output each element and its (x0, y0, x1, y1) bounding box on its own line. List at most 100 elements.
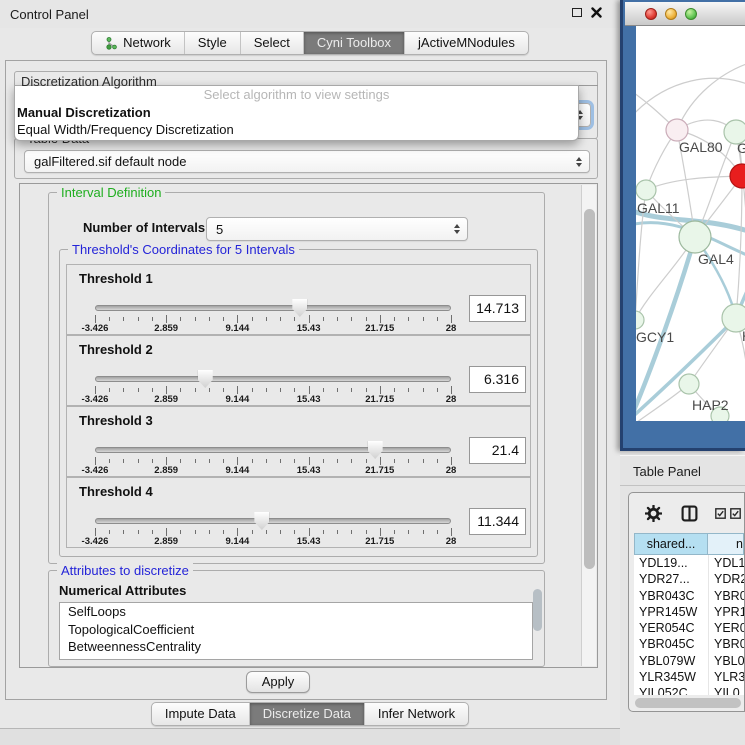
checkbox-icon[interactable] (715, 508, 726, 519)
table-cell[interactable]: YPR145W (634, 604, 709, 620)
table-row[interactable]: YER054CYER0 (634, 620, 744, 636)
network-node[interactable] (666, 119, 688, 141)
table-cell[interactable]: YBR0 (709, 588, 744, 604)
network-edge[interactable] (636, 78, 745, 118)
scrollbar-thumb[interactable] (584, 209, 595, 569)
table-cell[interactable]: YDR27... (634, 571, 709, 587)
tick-label: 9.144 (226, 323, 250, 334)
table-row[interactable]: YBR043CYBR0 (634, 588, 744, 604)
table-row[interactable]: YDL19...YDL1 (634, 555, 744, 571)
settings-vertical-scrollbar[interactable] (581, 185, 596, 666)
table-cell[interactable]: YPR1 (709, 604, 744, 620)
attribute-item[interactable]: TopologicalCoefficient (60, 621, 532, 639)
table-cell[interactable]: YER0 (709, 620, 744, 636)
tab-style[interactable]: Style (184, 32, 240, 54)
tick-label: 21.715 (365, 465, 394, 476)
tick-mark (138, 317, 139, 321)
network-node[interactable] (636, 180, 656, 200)
table-cell[interactable]: YLR345W (634, 669, 709, 685)
tab-infer-network[interactable]: Infer Network (364, 703, 468, 725)
column-header-shared-name[interactable]: shared... (634, 533, 708, 555)
threshold-value-field[interactable]: 6.316 (469, 366, 526, 393)
table-cell[interactable]: YER054C (634, 620, 709, 636)
table-cell[interactable]: YLR3 (709, 669, 744, 685)
tick-mark (408, 388, 409, 392)
table-cell[interactable]: YDR2 (709, 571, 744, 587)
attributes-list-scrollbar[interactable] (533, 589, 542, 631)
tick-mark (223, 459, 224, 463)
threshold-value-field[interactable]: 21.4 (469, 437, 526, 464)
number-of-intervals-combobox[interactable]: 5 (206, 217, 468, 241)
table-horizontal-scrollbar[interactable] (635, 698, 741, 708)
table-cell[interactable]: YBR045C (634, 636, 709, 652)
table-cell[interactable]: YDL1 (709, 555, 744, 571)
table-cell[interactable]: YBR0 (709, 636, 744, 652)
algorithm-option-equal-width[interactable]: Equal Width/Frequency Discretization (15, 121, 578, 138)
table-row[interactable]: YIL052CYIL0 (634, 685, 744, 695)
network-node[interactable] (636, 311, 644, 329)
attributes-group-title: Attributes to discretize (57, 563, 193, 578)
table-row[interactable]: YBR045CYBR0 (634, 636, 744, 652)
tick-mark (451, 457, 452, 465)
tab-jactivemnodules[interactable]: jActiveMNodules (404, 32, 528, 54)
network-node[interactable] (730, 164, 745, 188)
threshold-slider[interactable] (95, 447, 451, 453)
tab-discretize-data[interactable]: Discretize Data (249, 703, 364, 725)
close-icon[interactable] (591, 7, 602, 18)
network-edge[interactable] (736, 176, 742, 318)
tick-label: 28 (446, 394, 457, 405)
network-node[interactable] (679, 374, 699, 394)
table-cell[interactable]: YDL19... (634, 555, 709, 571)
table-cell[interactable]: YBL0 (709, 653, 744, 669)
table-cell[interactable]: YIL0 (709, 685, 744, 695)
network-node[interactable] (679, 221, 711, 253)
tick-mark (423, 317, 424, 321)
traffic-light-close-icon[interactable] (645, 8, 657, 20)
thresholds-group: Threshold's Coordinates for 5 Intervals … (59, 249, 538, 557)
numerical-attributes-label: Numerical Attributes (59, 583, 186, 598)
column-header-name[interactable]: n (708, 533, 744, 555)
traffic-light-minimize-icon[interactable] (665, 8, 677, 20)
table-row[interactable]: YBL079WYBL0 (634, 653, 744, 669)
algorithm-option-manual[interactable]: Manual Discretization (15, 104, 578, 121)
table-cell[interactable]: YBR043C (634, 588, 709, 604)
tab-cyni-toolbox[interactable]: Cyni Toolbox (303, 32, 404, 54)
slider-tick-labels: -3.4262.8599.14415.4321.71528 (95, 323, 451, 335)
columns-icon[interactable] (681, 505, 698, 522)
network-edge[interactable] (646, 176, 742, 190)
table-cell[interactable]: YIL052C (634, 685, 709, 695)
attribute-item[interactable]: BetweennessCentrality (60, 638, 532, 656)
tick-mark (337, 317, 338, 321)
table-cell[interactable]: YBL079W (634, 653, 709, 669)
traffic-light-zoom-icon[interactable] (685, 8, 697, 20)
threshold-slider[interactable] (95, 305, 451, 311)
numerical-attributes-list[interactable]: SelfLoopsTopologicalCoefficientBetweenne… (59, 602, 533, 660)
network-window-titlebar[interactable] (625, 2, 745, 26)
tab-select[interactable]: Select (240, 32, 303, 54)
node-label: HAP2 (692, 397, 729, 413)
checkbox-icon[interactable] (730, 508, 741, 519)
settings-scrollpane: Interval Definition Number of Intervals … (19, 183, 598, 668)
table-data-combobox[interactable]: galFiltered.sif default node (24, 150, 590, 173)
tick-label: 15.43 (297, 536, 321, 547)
gear-icon[interactable] (645, 505, 662, 522)
apply-button[interactable]: Apply (246, 671, 310, 693)
threshold-value-field[interactable]: 14.713 (469, 295, 526, 322)
network-canvas[interactable]: GAL80GCGAL11GAL4GCY1HHAP2 (636, 26, 745, 421)
tick-mark (252, 317, 253, 321)
interval-definition-group: Interval Definition Number of Intervals … (48, 192, 545, 564)
threshold-slider[interactable] (95, 518, 451, 524)
interval-definition-title: Interval Definition (57, 185, 165, 200)
attribute-item[interactable]: SelfLoops (60, 603, 532, 621)
tab-network[interactable]: Network (92, 32, 184, 54)
threshold-value-field[interactable]: 11.344 (469, 508, 526, 535)
tick-mark (323, 459, 324, 463)
table-row[interactable]: YLR345WYLR3 (634, 669, 744, 685)
tab-impute-data[interactable]: Impute Data (152, 703, 249, 725)
tick-mark (109, 459, 110, 463)
table-row[interactable]: YDR27...YDR2 (634, 571, 744, 587)
threshold-slider[interactable] (95, 376, 451, 382)
table-row[interactable]: YPR145WYPR1 (634, 604, 744, 620)
tick-mark (337, 388, 338, 392)
float-window-icon[interactable] (572, 8, 582, 17)
